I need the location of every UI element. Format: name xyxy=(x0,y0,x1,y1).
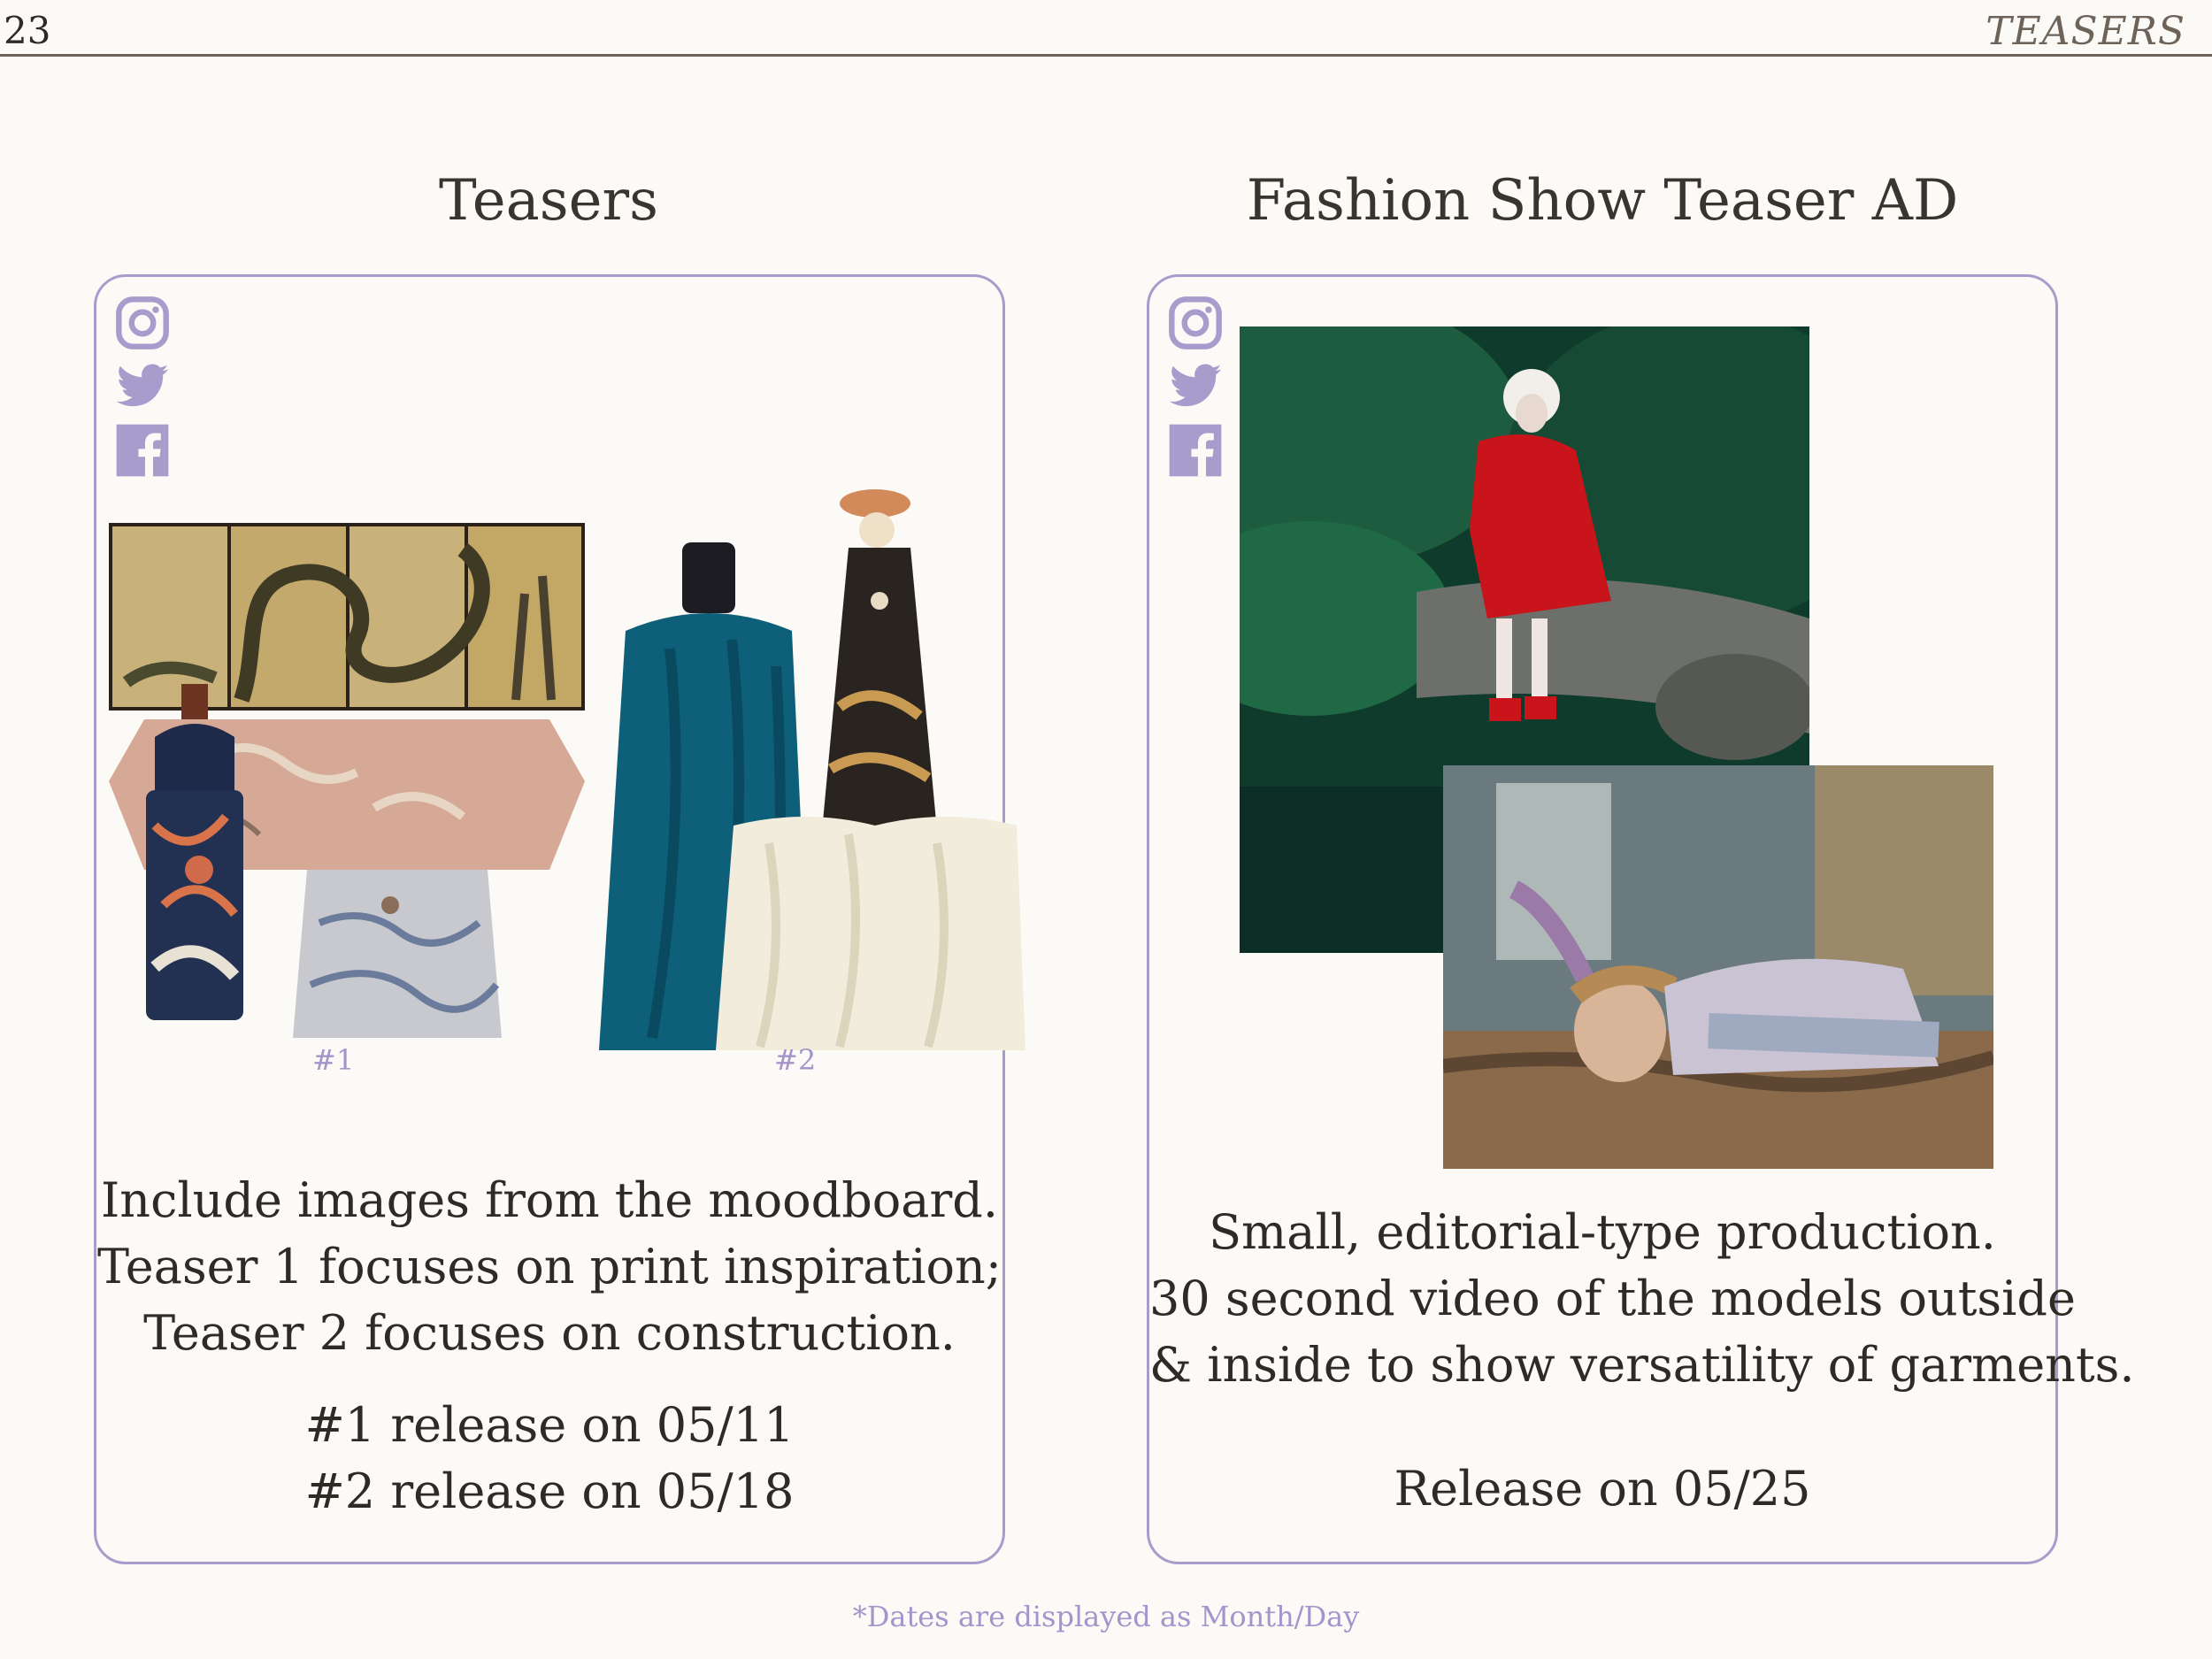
facebook-icon xyxy=(1169,424,1222,477)
page-number: 23 xyxy=(4,9,51,52)
description-line-2: Teaser 1 focuses on print inspiration; xyxy=(96,1239,1002,1294)
description-line-2: 30 second video of the models outside xyxy=(1149,1271,2076,1326)
teasers-card: #1 #2 Include images from the moodboard.… xyxy=(94,274,1025,1564)
folding-screen-image xyxy=(109,523,585,710)
release-line-2: #2 release on 05/18 xyxy=(304,1463,795,1519)
teasers-title: Teasers xyxy=(439,168,658,234)
teasers-description: Include images from the moodboard. Tease… xyxy=(96,1167,1002,1366)
instagram-icon xyxy=(116,296,169,349)
muslin-drape-image xyxy=(716,817,1025,1050)
twitter-icon xyxy=(116,364,169,407)
description-line-3: Teaser 2 focuses on construction. xyxy=(143,1305,956,1361)
caption-2: #2 xyxy=(774,1043,817,1077)
porcelain-vase-image xyxy=(146,684,243,1020)
facebook-icon xyxy=(116,424,169,477)
date-format-footnote: *Dates are displayed as Month/Day xyxy=(852,1600,1360,1633)
fashion-show-card: Small, editorial-type production. 30 sec… xyxy=(1147,274,2135,1564)
release-line-1: #1 release on 05/11 xyxy=(304,1397,795,1453)
fashion-show-release-date: Release on 05/25 xyxy=(1394,1461,1811,1517)
social-icons xyxy=(114,295,173,486)
reclining-model-photo xyxy=(1443,765,1993,1169)
social-icons xyxy=(1167,295,1225,486)
fashion-show-title: Fashion Show Teaser AD xyxy=(1246,168,1959,234)
caption-1: #1 xyxy=(312,1043,355,1077)
embroidered-skirt-image xyxy=(293,870,502,1038)
description-line-1: Include images from the moodboard. xyxy=(100,1172,999,1228)
description-line-3: & inside to show versatility of garments… xyxy=(1149,1337,2135,1393)
fashion-show-description: Small, editorial-type production. 30 sec… xyxy=(1149,1199,2135,1398)
ukiyoe-figure-image xyxy=(822,489,937,831)
section-title: TEASERS xyxy=(1985,9,2185,54)
instagram-icon xyxy=(1169,296,1222,349)
teasers-release-dates: #1 release on 05/11 #2 release on 05/18 xyxy=(96,1392,1002,1525)
header-rule xyxy=(0,54,2212,57)
twitter-icon xyxy=(1169,364,1222,407)
description-line-1: Small, editorial-type production. xyxy=(1209,1204,1996,1260)
